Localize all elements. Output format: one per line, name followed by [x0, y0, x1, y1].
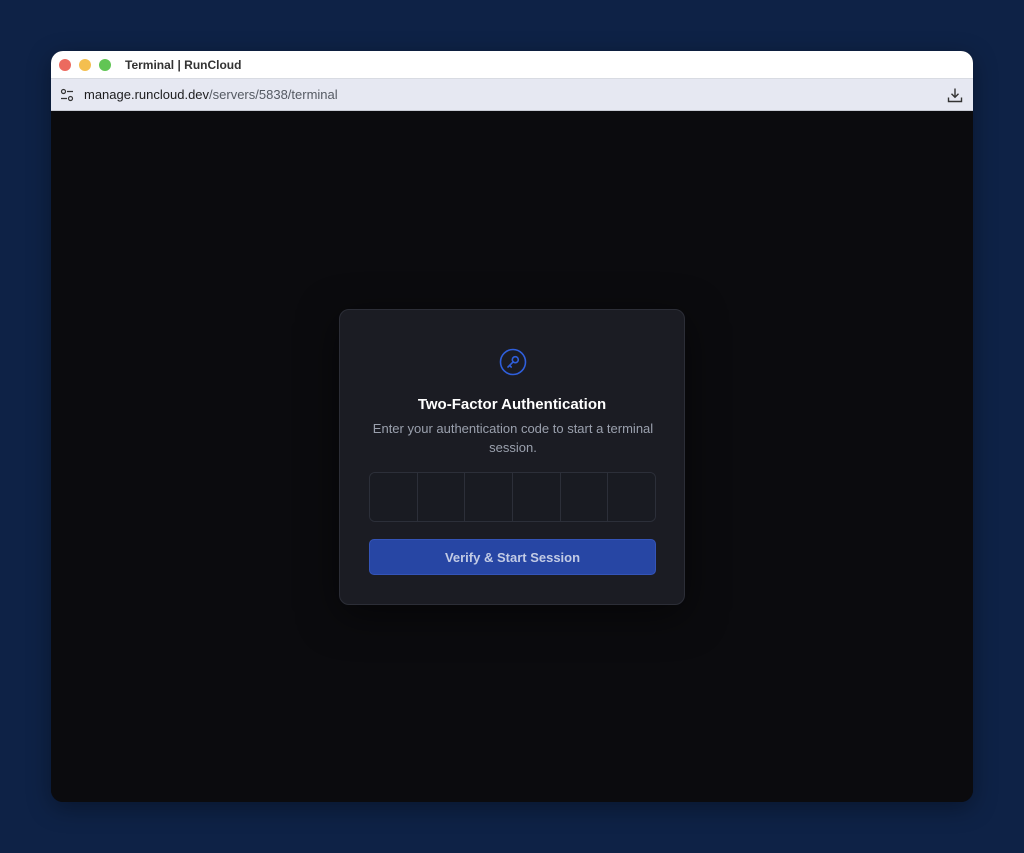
- url-path: /servers/5838/terminal: [209, 87, 338, 102]
- url-domain: manage.runcloud.dev: [84, 87, 210, 102]
- terminal-page: Two-Factor Authentication Enter your aut…: [51, 111, 973, 802]
- verify-start-session-button[interactable]: Verify & Start Session: [369, 539, 656, 575]
- two-factor-dialog: Two-Factor Authentication Enter your aut…: [339, 309, 685, 605]
- download-icon[interactable]: [945, 85, 965, 105]
- window-title: Terminal | RunCloud: [125, 57, 242, 72]
- code-digit-input[interactable]: [513, 473, 561, 521]
- code-digit-input[interactable]: [465, 473, 514, 521]
- code-input-group: [369, 472, 656, 522]
- code-digit-input[interactable]: [608, 473, 655, 521]
- dialog-description: Enter your authentication code to start …: [372, 421, 654, 455]
- code-digit-input[interactable]: [417, 473, 466, 521]
- code-digit-input[interactable]: [370, 473, 418, 521]
- close-window-button[interactable]: [59, 58, 71, 71]
- key-icon: [499, 348, 527, 376]
- dialog-title: Two-Factor Authentication: [417, 396, 607, 413]
- zoom-window-button[interactable]: [99, 58, 111, 71]
- minimize-window-button[interactable]: [79, 58, 91, 71]
- site-settings-icon[interactable]: [59, 87, 75, 103]
- code-digit-input[interactable]: [560, 473, 609, 521]
- url-field[interactable]: manage.runcloud.dev/servers/5838/termina…: [84, 87, 338, 102]
- title-bar: Terminal | RunCloud: [51, 51, 973, 79]
- browser-window: Terminal | RunCloud manage.runcloud.dev/…: [51, 51, 973, 802]
- address-bar[interactable]: manage.runcloud.dev/servers/5838/termina…: [51, 79, 973, 111]
